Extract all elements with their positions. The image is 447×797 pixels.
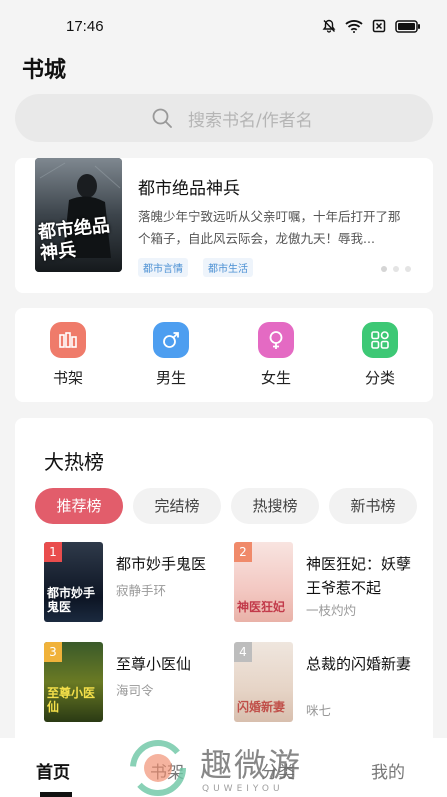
cover-title: 至尊小医仙	[47, 686, 96, 714]
tab-hot-search[interactable]: 热搜榜	[231, 488, 319, 524]
ranking-section: 大热榜 推荐榜 完结榜 热搜榜 新书榜 1 都市妙手鬼医 都市妙手鬼医 寂静手环…	[15, 418, 433, 748]
book-cover[interactable]: 1 都市妙手鬼医	[44, 542, 103, 622]
female-icon	[258, 322, 294, 358]
book-title[interactable]: 都市妙手鬼医	[116, 552, 224, 576]
book-title[interactable]: 至尊小医仙	[116, 652, 224, 676]
book-author: 海司令	[116, 683, 154, 698]
watermark-text: 趣微游	[200, 746, 303, 784]
featured-book-description: 落魄少年宁致远听从父亲叮嘱，十年后打开了那个箱子，自此风云际会，龙傲九天！辱我.…	[138, 209, 401, 246]
tabbar-home[interactable]: 首页	[36, 758, 70, 783]
genre-tag[interactable]: 都市言情	[138, 258, 188, 277]
cover-title: 闪婚新妻	[237, 700, 286, 714]
nav-item-female[interactable]: 女生	[241, 322, 311, 388]
ranked-book[interactable]: 2 神医狂妃 神医狂妃：妖孽王爷惹不起 一枝灼灼	[234, 542, 424, 622]
carousel-dot	[393, 266, 399, 272]
ranked-book[interactable]: 4 闪婚新妻 总裁的闪婚新妻 咪七	[234, 642, 424, 722]
nav-item-category[interactable]: 分类	[345, 322, 415, 388]
tab-completed[interactable]: 完结榜	[133, 488, 221, 524]
ranked-book[interactable]: 3 至尊小医仙 至尊小医仙 海司令	[44, 642, 234, 722]
cover-title: 神医狂妃	[237, 600, 286, 614]
book-cover[interactable]: 4 闪婚新妻	[234, 642, 293, 722]
featured-book-cover[interactable]: 都市绝品神兵	[35, 158, 122, 272]
carousel-dot-active	[381, 266, 387, 272]
book-author: 一枝灼灼	[306, 603, 357, 618]
cover-title: 都市妙手鬼医	[47, 586, 96, 614]
featured-book-title[interactable]: 都市绝品神兵	[138, 174, 240, 199]
nav-label: 男生	[155, 369, 186, 387]
category-icon	[362, 322, 398, 358]
search-placeholder: 搜索书名/作者名	[188, 111, 313, 131]
rank-badge: 1	[44, 542, 62, 562]
watermark-subtext: QUWEIYOU	[202, 784, 284, 794]
tab-recommended[interactable]: 推荐榜	[35, 488, 123, 524]
book-cover[interactable]: 3 至尊小医仙	[44, 642, 103, 722]
page-title: 书城	[22, 58, 67, 83]
featured-book-banner[interactable]: 都市绝品神兵 都市绝品神兵 落魄少年宁致远听从父亲叮嘱，十年后打开了那个箱子，自…	[15, 158, 433, 293]
nav-item-bookshelf[interactable]: 书架	[33, 322, 103, 388]
nav-item-male[interactable]: 男生	[136, 322, 206, 388]
search-bar[interactable]: 搜索书名/作者名	[15, 94, 433, 142]
book-author: 咪七	[306, 703, 332, 718]
mute-icon	[322, 19, 336, 33]
carousel-dot	[405, 266, 411, 272]
watermark-logo-icon	[130, 740, 186, 796]
genre-tag[interactable]: 都市生活	[203, 258, 253, 277]
male-icon	[153, 322, 189, 358]
rank-badge: 4	[234, 642, 252, 662]
book-title[interactable]: 神医狂妃：妖孽王爷惹不起	[306, 552, 414, 600]
featured-cover-title: 都市绝品神兵	[37, 214, 111, 265]
book-author: 寂静手环	[116, 583, 167, 598]
watermark: 趣微游 QUWEIYOU	[130, 740, 330, 797]
rank-badge: 2	[234, 542, 252, 562]
carousel-indicator	[381, 266, 411, 272]
nav-label: 书架	[52, 369, 83, 387]
wifi-icon	[345, 20, 363, 33]
status-bar: 17:46	[0, 0, 447, 54]
tab-new-books[interactable]: 新书榜	[329, 488, 417, 524]
ranking-title: 大热榜	[44, 450, 104, 474]
nav-label: 女生	[260, 369, 291, 387]
status-time: 17:46	[66, 18, 104, 35]
status-icons	[322, 19, 421, 33]
nav-label: 分类	[364, 369, 395, 387]
battery-icon	[395, 19, 420, 33]
ranked-book[interactable]: 1 都市妙手鬼医 都市妙手鬼医 寂静手环	[44, 542, 234, 622]
search-icon	[152, 108, 172, 128]
category-nav: 书架 男生 女生 分类	[15, 308, 433, 402]
book-title[interactable]: 总裁的闪婚新妻	[306, 652, 414, 676]
ranking-tabs: 推荐榜 完结榜 热搜榜 新书榜	[35, 488, 417, 524]
sim-icon	[372, 19, 386, 33]
book-cover[interactable]: 2 神医狂妃	[234, 542, 293, 622]
rank-badge: 3	[44, 642, 62, 662]
active-tab-indicator	[40, 792, 72, 797]
bookshelf-icon	[50, 322, 86, 358]
tabbar-profile[interactable]: 我的	[371, 758, 405, 783]
